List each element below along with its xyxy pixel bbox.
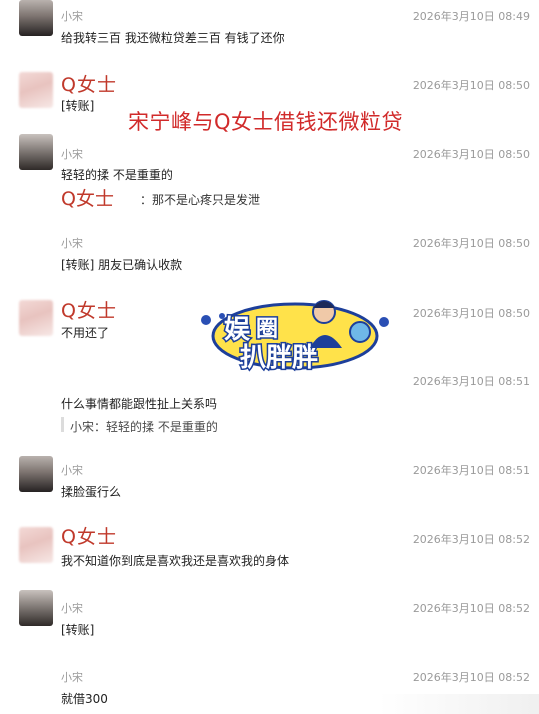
timestamp: 2026年3月10日 08:49 [412, 10, 530, 23]
message-text[interactable]: 揉脸蛋行么 [61, 483, 121, 500]
transfer-message[interactable]: [转账] [61, 621, 94, 638]
overlay-title: 宋宁峰与Q女士借钱还微粒贷 [128, 110, 404, 134]
avatar[interactable] [19, 228, 53, 264]
timestamp: 2026年3月10日 08:50 [412, 79, 530, 92]
sender-name: 小宋 [61, 10, 83, 23]
avatar[interactable] [19, 300, 53, 336]
sender-name: Q女士 [61, 74, 117, 96]
transfer-message[interactable]: [转账] 朋友已确认收款 [61, 256, 182, 273]
timestamp: 2026年3月10日 08:50 [412, 307, 530, 320]
svg-text:扒胖胖: 扒胖胖 [240, 343, 318, 372]
quoted-message[interactable]: 小宋：轻轻的揉 不是重重的 [70, 418, 218, 435]
avatar[interactable] [19, 527, 53, 563]
sender-name: Q女士 [61, 300, 117, 322]
timestamp: 2026年3月10日 08:50 [412, 148, 530, 161]
message-text[interactable]: 就借300 [61, 690, 108, 707]
avatar[interactable] [19, 72, 53, 108]
entertainment-circle-logo-icon: 娱 圈 扒胖胖 [201, 300, 389, 372]
avatar[interactable] [19, 664, 53, 700]
message-text[interactable]: 什么事情都能跟性扯上关系吗 [61, 395, 217, 412]
message-text[interactable]: 不用还了 [61, 324, 109, 341]
avatar[interactable] [19, 134, 53, 170]
quote-bar [61, 417, 64, 432]
inline-sender-name: Q女士 [61, 188, 114, 210]
timestamp: 2026年3月10日 08:52 [412, 533, 530, 546]
avatar[interactable] [19, 0, 53, 36]
message-text[interactable]: 我不知道你到底是喜欢我还是喜欢我的身体 [61, 552, 289, 569]
svg-text:娱: 娱 [224, 315, 251, 345]
timestamp: 2026年3月10日 08:52 [412, 671, 530, 684]
sender-name: 小宋 [61, 464, 83, 477]
sender-name: 小宋 [61, 237, 83, 250]
message-text[interactable]: 给我转三百 我还微粒贷差三百 有钱了还你 [61, 29, 285, 46]
avatar[interactable] [19, 590, 53, 626]
timestamp: 2026年3月10日 08:51 [412, 375, 530, 388]
avatar[interactable] [19, 456, 53, 492]
svg-text:圈: 圈 [256, 317, 278, 342]
scroll-fade [379, 694, 539, 714]
sender-name: 小宋 [61, 671, 83, 684]
inline-reply-text: ：那不是心疼只是发泄 [140, 193, 261, 207]
timestamp: 2026年3月10日 08:52 [412, 602, 530, 615]
sender-name: Q女士 [61, 526, 117, 548]
sender-name: 小宋 [61, 148, 83, 161]
timestamp: 2026年3月10日 08:51 [412, 464, 530, 477]
timestamp: 2026年3月10日 08:50 [412, 237, 530, 250]
message-text[interactable]: 轻轻的揉 不是重重的 [61, 166, 173, 183]
sender-name: 小宋 [61, 602, 83, 615]
transfer-message[interactable]: [转账] [61, 97, 94, 114]
